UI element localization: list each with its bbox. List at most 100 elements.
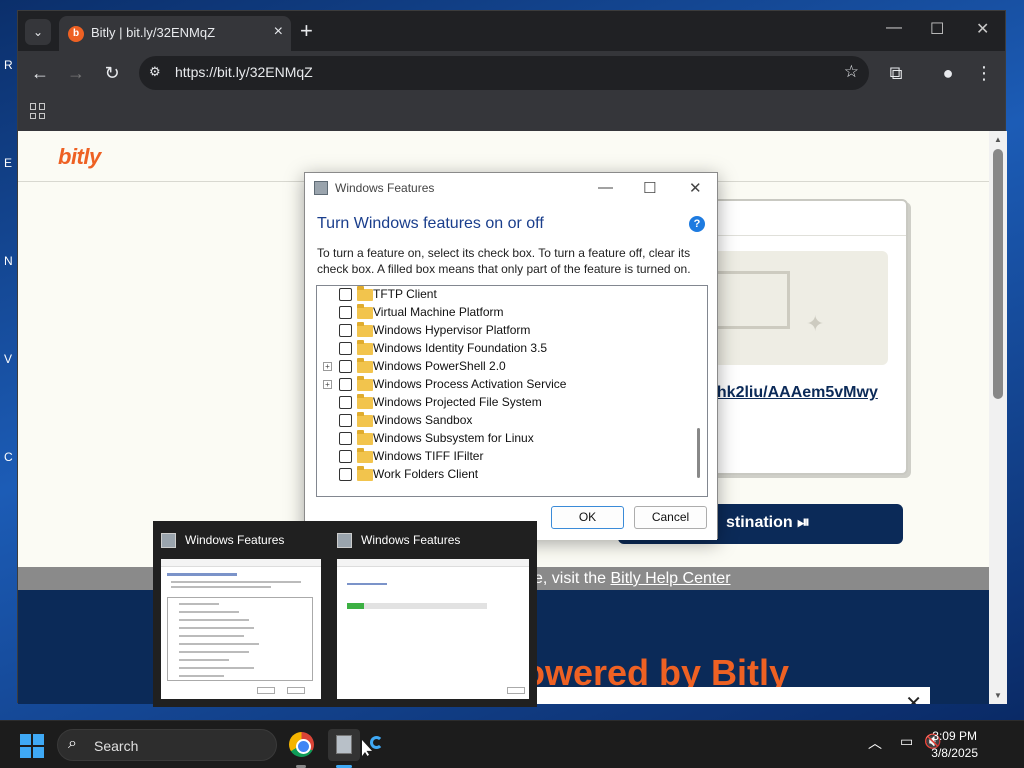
address-url[interactable]: https://bit.ly/32ENMqZ: [175, 64, 313, 80]
browser-tab[interactable]: b Bitly | bit.ly/32ENMqZ ×: [59, 16, 291, 51]
dialog-minimize-icon[interactable]: —: [598, 179, 613, 196]
windows-features-app-icon: [161, 533, 176, 548]
feature-row[interactable]: + Windows PowerShell 2.0: [317, 358, 687, 376]
cancel-button[interactable]: Cancel: [634, 506, 707, 529]
help-question-icon[interactable]: ?: [689, 216, 705, 232]
expand-plus-icon[interactable]: +: [323, 380, 332, 389]
desktop-icon-label[interactable]: N: [4, 254, 18, 276]
taskbar-clock[interactable]: 3:09 PM 3/8/2025: [931, 728, 978, 762]
folder-icon: [357, 430, 373, 445]
feature-label: Windows Hypervisor Platform: [373, 323, 531, 337]
scrollbar-thumb[interactable]: [993, 149, 1003, 399]
extensions-puzzle-icon[interactable]: ⧉: [884, 61, 908, 85]
windows-features-taskbar-icon[interactable]: [328, 729, 360, 761]
feature-label: Windows Projected File System: [373, 395, 542, 409]
feature-checkbox[interactable]: [339, 432, 352, 445]
feature-row[interactable]: Windows Identity Foundation 3.5: [317, 340, 687, 358]
feature-label: Windows Sandbox: [373, 413, 473, 427]
feature-checkbox[interactable]: [339, 414, 352, 427]
destination-link[interactable]: xhk2liu/AAAem5vMwy: [708, 384, 878, 402]
back-arrow-icon[interactable]: ←: [28, 61, 52, 85]
page-scrollbar[interactable]: ▲ ▼: [989, 131, 1007, 704]
apps-grid-icon[interactable]: [30, 103, 46, 119]
bitly-logo[interactable]: bitly: [58, 144, 101, 170]
feature-checkbox[interactable]: [339, 324, 352, 337]
feature-row[interactable]: TFTP Client: [317, 286, 687, 304]
feature-row[interactable]: Work Folders Client: [317, 466, 687, 484]
feature-checkbox[interactable]: [339, 342, 352, 355]
feature-label: TFTP Client: [373, 287, 437, 301]
profile-avatar-icon[interactable]: ●: [936, 61, 960, 85]
feature-row[interactable]: Windows Hypervisor Platform: [317, 322, 687, 340]
search-placeholder: Search: [94, 738, 139, 754]
minimize-icon[interactable]: —: [886, 19, 902, 37]
feature-checkbox[interactable]: [339, 306, 352, 319]
feature-label: Windows PowerShell 2.0: [373, 359, 506, 373]
folder-icon: [357, 358, 373, 373]
feature-checkbox[interactable]: [339, 378, 352, 391]
image-placeholder-icon: [710, 271, 790, 329]
feature-checkbox[interactable]: [339, 450, 352, 463]
windows-taskbar: ⌕ Search ︿ ▭ 🔇 3:09 PM 3/8/2025: [0, 720, 1024, 768]
scroll-up-arrow-icon[interactable]: ▲: [994, 135, 1002, 144]
feature-row[interactable]: + Windows Process Activation Service: [317, 376, 687, 394]
show-hidden-icons-chevron-icon[interactable]: ︿: [868, 733, 882, 753]
dialog-content: Turn Windows features on or off ? To tur…: [305, 203, 717, 540]
feature-row[interactable]: Windows Projected File System: [317, 394, 687, 412]
thumbnail-preview-image: [337, 559, 529, 699]
feature-label: Windows TIFF IFilter: [373, 449, 484, 463]
desktop-icon-label[interactable]: E: [4, 156, 18, 178]
dialog-titlebar[interactable]: Windows Features — ☐ ✕: [305, 173, 717, 203]
dialog-maximize-icon[interactable]: ☐: [643, 179, 656, 197]
reload-icon[interactable]: ↻: [100, 61, 124, 85]
search-icon: ⌕: [68, 735, 77, 752]
feature-list-scrollbar[interactable]: [691, 286, 707, 496]
feature-checkbox[interactable]: [339, 360, 352, 373]
close-tab-icon[interactable]: ×: [274, 23, 283, 41]
taskbar-search[interactable]: ⌕ Search: [57, 729, 277, 761]
bookmark-star-icon[interactable]: ☆: [844, 62, 859, 82]
folder-icon: [357, 340, 373, 355]
start-windows-icon[interactable]: [20, 734, 44, 758]
tab-strip: ⌄ b Bitly | bit.ly/32ENMqZ × + — ☐ ✕: [18, 11, 1005, 51]
thumbnail-windows-features-1[interactable]: Windows Features: [153, 521, 333, 707]
feature-row[interactable]: Windows Subsystem for Linux: [317, 430, 687, 448]
thumbnail-title: Windows Features: [185, 533, 285, 547]
thumbnail-windows-features-2[interactable]: Windows Features: [329, 521, 529, 707]
dialog-close-icon[interactable]: ✕: [689, 179, 702, 197]
feature-checkbox[interactable]: [339, 396, 352, 409]
desktop-icon-label[interactable]: V: [4, 352, 18, 374]
help-center-link[interactable]: Bitly Help Center: [610, 570, 730, 587]
close-window-icon[interactable]: ✕: [976, 19, 989, 39]
folder-icon: [357, 466, 373, 481]
feature-row[interactable]: Virtual Machine Platform: [317, 304, 687, 322]
more-menu-icon[interactable]: ⋮: [972, 61, 996, 85]
close-notice-icon[interactable]: ✕: [905, 691, 922, 704]
dialog-description: To turn a feature on, select its check b…: [317, 246, 691, 276]
maximize-icon[interactable]: ☐: [930, 19, 944, 39]
network-icon[interactable]: ▭: [900, 733, 913, 750]
feature-tree[interactable]: TFTP Client Virtual Machine Platform Windo…: [316, 285, 708, 497]
taskbar-thumbnail-previews: Windows Features Windows Features: [153, 521, 537, 707]
forward-arrow-icon[interactable]: →: [64, 61, 88, 85]
expand-plus-icon[interactable]: +: [323, 362, 332, 371]
chrome-taskbar-icon[interactable]: [286, 729, 318, 761]
site-info-icon[interactable]: ⚙: [149, 64, 165, 80]
new-tab-plus-icon[interactable]: +: [300, 19, 313, 43]
tab-search-chevron-icon[interactable]: ⌄: [25, 19, 51, 45]
ok-button[interactable]: OK: [551, 506, 624, 529]
desktop-icon-label[interactable]: C: [4, 450, 18, 472]
scroll-down-arrow-icon[interactable]: ▼: [994, 691, 1002, 700]
folder-icon: [357, 286, 373, 301]
feature-row[interactable]: Windows TIFF IFilter: [317, 448, 687, 466]
thumbnail-preview-image: [161, 559, 321, 699]
feature-list-scroll-thumb[interactable]: [697, 428, 700, 478]
feature-checkbox[interactable]: [339, 468, 352, 481]
feature-row[interactable]: Windows Sandbox: [317, 412, 687, 430]
address-bar[interactable]: ⚙ https://bit.ly/32ENMqZ ☆: [139, 56, 869, 90]
bookmarks-bar: [18, 95, 1005, 131]
desktop-icon-label[interactable]: R: [4, 58, 18, 80]
sparkle-icon: ✦: [806, 311, 825, 336]
folder-icon: [357, 376, 373, 391]
feature-checkbox[interactable]: [339, 288, 352, 301]
